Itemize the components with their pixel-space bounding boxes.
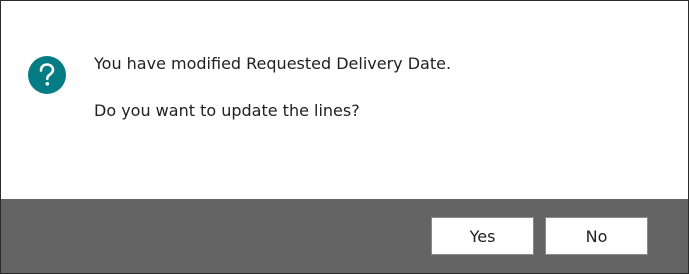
confirm-dialog: You have modified Requested Delivery Dat… [0,0,689,274]
dialog-content: You have modified Requested Delivery Dat… [1,1,688,199]
yes-button[interactable]: Yes [431,217,534,255]
message-text: You have modified Requested Delivery Dat… [94,54,452,73]
no-button[interactable]: No [545,217,648,255]
question-text: Do you want to update the lines? [94,101,360,120]
question-icon [28,56,66,94]
dialog-footer: Yes No [1,199,688,273]
question-mark-glyph [39,63,55,86]
